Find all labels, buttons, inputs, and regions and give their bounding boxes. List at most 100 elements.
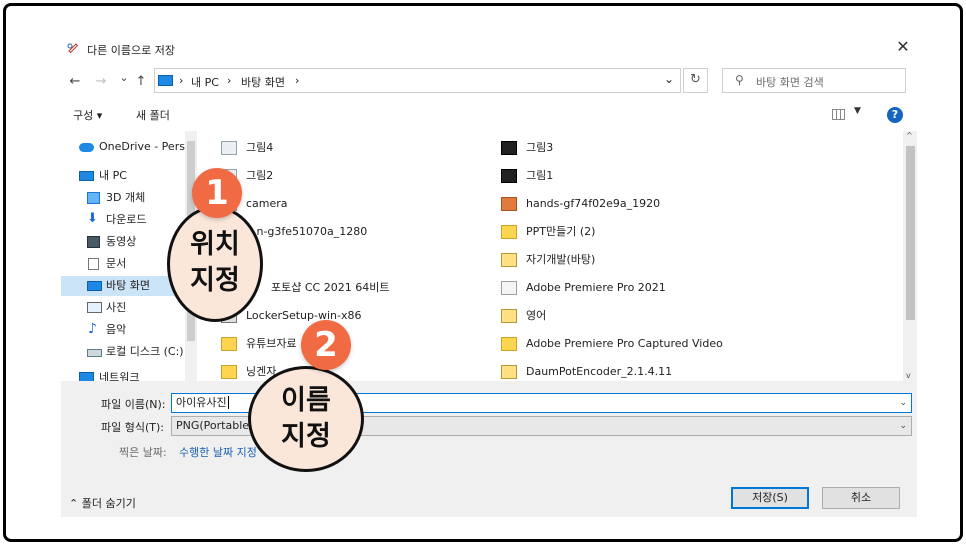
annotation-text: 지정 (281, 421, 331, 452)
address-dropdown-icon[interactable]: ⌄ (664, 72, 674, 86)
file-name: 포토샵 CC 2021 64비트 (271, 281, 390, 294)
sidebar-item-downloads[interactable]: ⬇ 다운로드 (61, 210, 185, 230)
video-icon (87, 236, 100, 248)
sidebar-item-label: 바탕 화면 (106, 279, 150, 292)
sidebar-item-label: 3D 개체 (106, 191, 146, 204)
refresh-button[interactable]: ↻ (683, 68, 708, 93)
file-list-scrollbar-thumb[interactable] (906, 146, 915, 320)
close-icon[interactable]: ✕ (895, 39, 911, 55)
music-icon: ♪ (88, 321, 97, 337)
organize-button[interactable]: 구성 ▾ (73, 107, 102, 123)
file-name: 영어 (526, 309, 547, 322)
file-name: Adobe Premiere Pro 2021 (526, 281, 666, 294)
file-name: hands-gf74f02e9a_1920 (526, 197, 661, 210)
screenshot-frame: 다른 이름으로 저장 ✕ ← → ⌄ ↑ › 내 PC › 바탕 화면 › ⌄ … (3, 3, 963, 542)
annotation-text: 지정 (190, 265, 240, 296)
date-value-link[interactable]: 수행한 날짜 지정 (179, 444, 257, 460)
zip-folder-icon (501, 309, 517, 323)
disk-icon (87, 349, 102, 357)
breadcrumb-separator: › (295, 74, 300, 87)
annotation-bubble-location: 위치 지정 (167, 206, 263, 322)
desktop-icon (87, 281, 102, 291)
sidebar-item-label: 네트워크 (99, 371, 140, 381)
sidebar-item-desktop[interactable]: 바탕 화면 (61, 276, 185, 296)
sidebar-item-onedrive[interactable]: OneDrive - Person (61, 137, 185, 157)
annotation-text: 위치 (190, 229, 240, 260)
file-name: PPT만들기 (2) (526, 225, 596, 238)
help-icon[interactable]: ? (887, 107, 903, 123)
image-file-icon (501, 169, 517, 183)
breadcrumb-separator: › (179, 74, 184, 87)
zip-folder-icon (501, 253, 517, 267)
view-options-icon[interactable] (832, 109, 845, 120)
search-input[interactable]: ⚲ 바탕 화면 검색 (722, 68, 906, 93)
file-name: 그림1 (526, 169, 554, 182)
sidebar-item-my-pc[interactable]: 내 PC (61, 166, 185, 186)
file-name: 그림3 (526, 141, 554, 154)
filename-dropdown-icon[interactable]: ⌄ (899, 394, 907, 412)
sidebar-item-local-disk[interactable]: 로컬 디스크 (C:) (61, 342, 185, 362)
sidebar-item-label: 음악 (106, 323, 127, 336)
new-folder-button[interactable]: 새 폴더 (136, 107, 170, 123)
annotation-badge-step-2: 2 (301, 320, 351, 370)
folder-icon (501, 225, 517, 239)
sidebar-item-network[interactable]: 네트워크 (61, 368, 185, 381)
file-name: 자기개발(바탕) (526, 253, 596, 266)
folder-icon (501, 337, 517, 351)
sidebar-item-pictures[interactable]: 사진 (61, 298, 185, 318)
download-icon: ⬇ (87, 211, 98, 226)
cloud-icon (79, 143, 94, 152)
save-button[interactable]: 저장(S) (731, 487, 809, 509)
back-button[interactable]: ← (67, 74, 83, 89)
pc-icon (158, 75, 173, 86)
dialog-title: 다른 이름으로 저장 (87, 44, 175, 57)
save-as-icon (67, 43, 79, 54)
address-bar[interactable]: › 내 PC › 바탕 화면 › ⌄ (154, 68, 681, 93)
sidebar-item-label: OneDrive - Person (99, 140, 185, 153)
file-name: 그림4 (246, 141, 274, 154)
sidebar-item-label: 내 PC (99, 169, 127, 182)
file-name: Adobe Premiere Pro Captured Video (526, 337, 723, 350)
network-icon (79, 372, 94, 381)
up-folder-button[interactable]: ↑ (133, 74, 149, 89)
view-options-caret[interactable]: ▼ (854, 106, 861, 116)
photo-file-icon (501, 197, 517, 211)
sidebar-item-label: 동영상 (106, 235, 137, 248)
file-name: LockerSetup-win-x86 (246, 309, 362, 322)
date-label: 찍은 날짜: (119, 446, 167, 459)
cube-icon (87, 192, 100, 204)
app-icon (501, 281, 517, 295)
scroll-down-icon[interactable]: v (906, 371, 911, 380)
forward-button[interactable]: → (93, 74, 109, 89)
annotation-bubble-name: 이름 지정 (248, 366, 364, 472)
folder-icon (221, 365, 237, 379)
file-name: ...n-g3fe51070a_1280 (246, 225, 368, 238)
cancel-button[interactable]: 취소 (822, 487, 900, 509)
scroll-up-icon[interactable]: ^ (906, 131, 913, 140)
search-icon: ⚲ (735, 73, 744, 87)
sidebar-item-label: 로컬 디스크 (C:) (106, 345, 184, 358)
sidebar-item-label: 다운로드 (106, 213, 147, 226)
filetype-dropdown-icon[interactable]: ⌄ (899, 417, 907, 435)
sidebar-item-label: 문서 (106, 257, 127, 270)
document-icon (88, 258, 99, 270)
folder-icon (221, 337, 237, 351)
file-name: 그림2 (246, 169, 274, 182)
breadcrumb-separator: › (227, 74, 232, 87)
image-file-icon (221, 141, 237, 155)
recent-locations-button[interactable]: ⌄ (116, 71, 132, 84)
annotation-text: 이름 (281, 385, 331, 416)
breadcrumb-desktop[interactable]: 바탕 화면 (241, 74, 285, 90)
sidebar-item-music[interactable]: ♪ 음악 (61, 320, 185, 340)
sidebar-item-3d-objects[interactable]: 3D 개체 (61, 188, 185, 208)
file-name: camera (246, 197, 288, 210)
hide-folders-button[interactable]: ⌃ 폴더 숨기기 (69, 495, 136, 511)
search-placeholder: 바탕 화면 검색 (756, 76, 824, 89)
pc-icon (79, 171, 94, 181)
sidebar-item-label: 사진 (106, 301, 127, 314)
image-file-icon (501, 141, 517, 155)
pictures-icon (87, 302, 102, 313)
sidebar-item-videos[interactable]: 동영상 (61, 232, 185, 252)
annotation-badge-step-1: 1 (192, 168, 242, 218)
breadcrumb-my-pc[interactable]: 내 PC (191, 74, 219, 90)
